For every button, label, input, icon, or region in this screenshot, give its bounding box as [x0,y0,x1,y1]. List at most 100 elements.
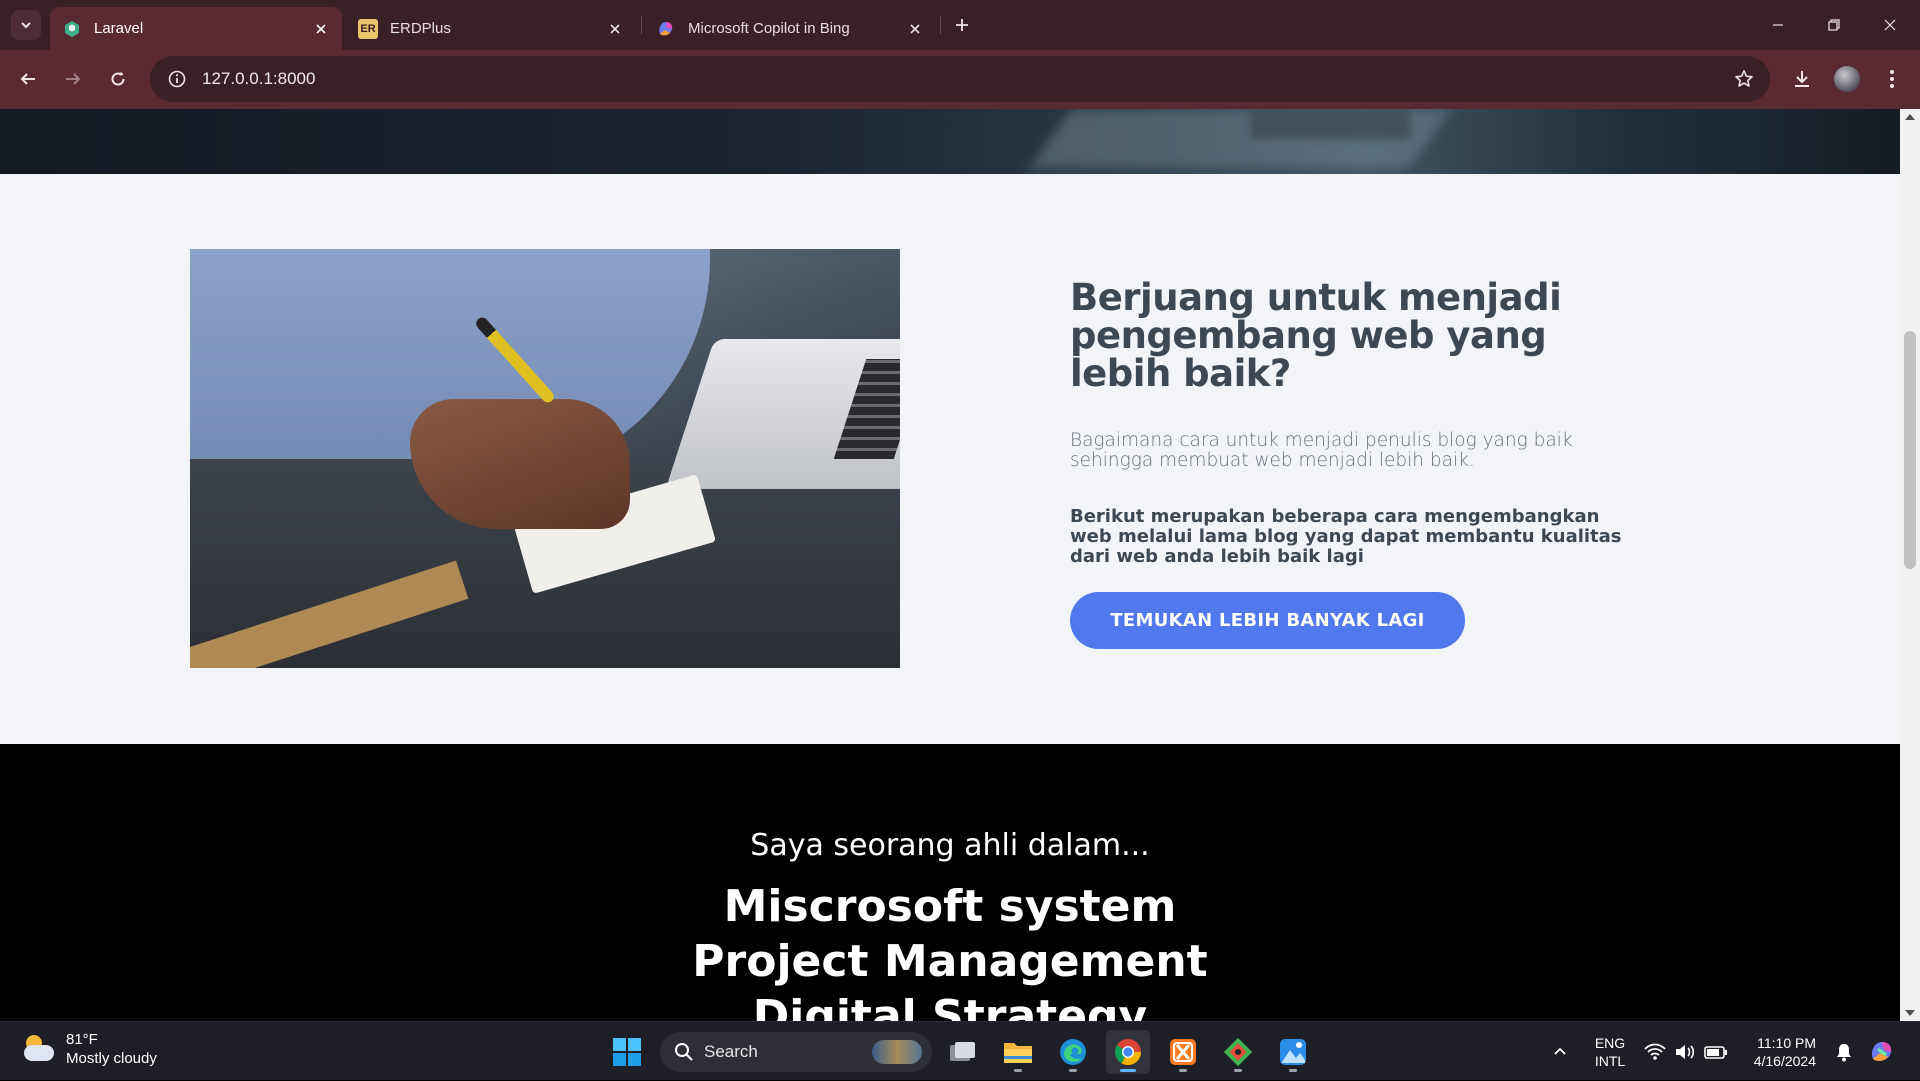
minimize-button[interactable] [1750,0,1806,50]
file-explorer-button[interactable] [996,1030,1040,1074]
arrow-left-icon [20,73,35,85]
url-text: 127.0.0.1:8000 [202,69,316,88]
find-more-button[interactable]: TEMUKAN LEBIH BANYAK LAGI [1070,592,1465,649]
skill-item: Digital Strategy [752,991,1148,1021]
windows-taskbar: 81°F Mostly cloudy Search ENG INTL 11:10… [0,1021,1920,1080]
photos-button[interactable] [1271,1030,1315,1074]
chrome-button[interactable] [1106,1030,1150,1074]
about-section: Berjuang untuk menjadi pengembang web ya… [0,174,1900,744]
weather-temp: 81°F [66,1031,98,1048]
back-button[interactable] [10,61,46,97]
running-indicator [1234,1069,1242,1072]
tab-label: Microsoft Copilot in Bing [688,20,850,37]
minimize-icon [1773,24,1783,26]
forward-button[interactable] [55,61,91,97]
skill-item: Miscrosoft system [723,881,1177,932]
copilot-icon [1872,1042,1892,1062]
close-icon[interactable] [904,18,926,40]
edge-icon [1060,1039,1086,1065]
writing-photo [190,249,900,668]
copilot-favicon [656,19,676,39]
weather-condition: Mostly cloudy [66,1050,157,1067]
arrow-right-icon [66,73,81,85]
tab-erdplus[interactable]: ER ERDPlus [346,7,636,50]
chrome-icon [1114,1039,1141,1065]
git-icon [1223,1037,1253,1067]
restore-icon [1828,19,1840,31]
close-icon[interactable] [604,18,626,40]
edge-button[interactable] [1051,1030,1095,1074]
start-button[interactable] [605,1030,649,1074]
new-tab-button[interactable] [948,11,976,39]
photo-detail [410,399,630,529]
running-indicator [1014,1069,1022,1072]
tab-separator [641,16,642,34]
page-scrollbar[interactable] [1900,109,1920,1021]
weather-widget[interactable]: 81°F Mostly cloudy [20,1030,157,1068]
language-code: ENG [1594,1035,1626,1051]
photos-icon [1280,1039,1306,1065]
chevron-down-icon [21,22,31,29]
about-highlight: Berikut merupakan beberapa cara mengemba… [1070,506,1622,567]
task-view-button[interactable] [941,1030,985,1074]
tab-separator [940,16,941,34]
tab-label: ERDPlus [390,20,451,37]
laravel-favicon [62,19,82,39]
taskbar-search[interactable]: Search [660,1032,932,1072]
input-language[interactable]: ENG INTL [1590,1034,1630,1070]
bell-icon [1837,1044,1851,1062]
system-clock[interactable]: 11:10 PM 4/16/2024 [1740,1034,1816,1070]
close-window-button[interactable] [1862,0,1918,50]
clock-time: 11:10 PM [1757,1035,1816,1051]
tab-laravel[interactable]: Laravel [50,7,342,50]
hero-image-detail [1250,109,1410,139]
scrollbar-thumb[interactable] [1904,331,1916,569]
restore-button[interactable] [1806,0,1862,50]
battery-icon [1704,1045,1727,1059]
search-highlight-image [872,1040,922,1064]
about-title: Berjuang untuk menjadi pengembang web ya… [1070,276,1562,395]
search-placeholder: Search [704,1042,758,1061]
system-tray[interactable] [1644,1022,1728,1081]
close-icon[interactable] [310,18,332,40]
git-button[interactable] [1216,1030,1260,1074]
show-hidden-icons-button[interactable] [1538,1030,1582,1074]
address-bar[interactable]: 127.0.0.1:8000 [150,56,1770,102]
volume-icon [1676,1044,1695,1059]
about-text-block: Berjuang untuk menjadi pengembang web ya… [1070,279,1650,649]
running-indicator [1289,1069,1297,1072]
close-icon [1884,19,1896,31]
file-explorer-icon [1004,1043,1032,1063]
reload-button[interactable] [100,61,136,97]
download-icon [1795,71,1809,87]
skill-item: Project Management [692,936,1208,987]
downloads-button[interactable] [1784,61,1820,97]
browser-toolbar: 127.0.0.1:8000 [0,50,1920,109]
xampp-icon [1170,1039,1196,1065]
about-description: Bagaimana cara untuk menjadi penulis blo… [1070,430,1573,471]
clock-date: 4/16/2024 [1753,1053,1816,1069]
scroll-up-arrow-icon[interactable] [1905,114,1915,120]
reload-icon [111,71,125,86]
scroll-down-arrow-icon[interactable] [1905,1010,1915,1016]
running-indicator [1069,1069,1077,1072]
more-vertical-icon [1890,70,1894,88]
tab-label: Laravel [94,20,144,37]
tab-search-button[interactable] [11,10,41,40]
skills-section: Saya seorang ahli dalam... Miscrosoft sy… [0,744,1900,1021]
hero-image-bottom [0,109,1900,174]
site-info-icon[interactable] [154,56,200,102]
erdplus-favicon: ER [358,18,378,39]
wifi-icon [1644,1043,1666,1060]
tab-copilot[interactable]: Microsoft Copilot in Bing [644,7,936,50]
tab-strip: Laravel ER ERDPlus Microsoft Copilot in … [0,0,1920,50]
menu-button[interactable] [1874,61,1910,97]
bookmark-star-icon[interactable] [1732,67,1756,91]
xampp-button[interactable] [1161,1030,1205,1074]
copilot-taskbar-button[interactable] [1860,1030,1904,1074]
chevron-up-icon [1554,1047,1566,1055]
search-icon [675,1043,693,1061]
profile-button[interactable] [1829,61,1865,97]
skills-subtitle: Saya seorang ahli dalam... [750,828,1150,863]
running-indicator [1120,1069,1136,1072]
